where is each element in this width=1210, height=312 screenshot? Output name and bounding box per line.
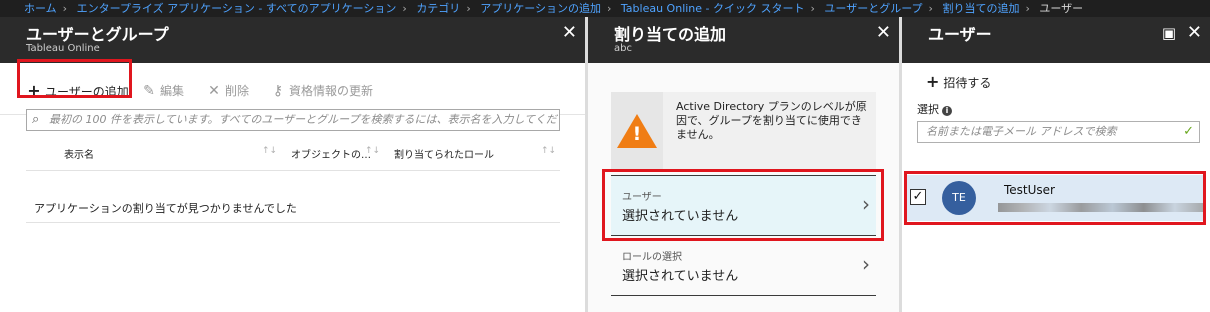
key-icon: ⚷ <box>272 83 284 99</box>
blade-subtitle: abc <box>614 43 632 54</box>
chevron-right-icon: › <box>928 2 933 15</box>
chevron-right-icon: › <box>62 2 68 15</box>
user-search-input[interactable]: 名前または電子メール アドレスで検索 ✓ <box>917 121 1200 143</box>
users-groups-blade: ユーザーとグループ Tableau Online ✕ + ユーザーの追加 ✎ 編集 … <box>0 17 585 312</box>
chevron-right-icon: › <box>810 2 815 15</box>
select-label: 選択 i <box>917 101 952 117</box>
breadcrumb-add-app[interactable]: アプリケーションの追加 <box>480 2 601 15</box>
chevron-right-icon: › <box>862 252 870 276</box>
maximize-icon[interactable]: ▣ <box>1162 23 1176 43</box>
highlight-box <box>904 171 1206 225</box>
divider <box>26 170 560 171</box>
sort-icon[interactable]: ↑↓ <box>262 146 277 156</box>
breadcrumb-add-assignment[interactable]: 割り当ての追加 <box>942 2 1019 15</box>
blade-title: 割り当ての追加 <box>614 25 727 44</box>
sort-icon[interactable]: ↑↓ <box>541 146 556 156</box>
column-header-assigned-role[interactable]: 割り当てられたロール <box>394 146 494 161</box>
user-search-placeholder: 名前または電子メール アドレスで検索 <box>926 125 1117 138</box>
search-placeholder: 最初の 100 件を表示しています。すべてのユーザーとグループを検索するには、表… <box>49 113 560 126</box>
blade-title: ユーザー <box>928 25 992 44</box>
divider <box>611 295 876 296</box>
exclamation-icon: ! <box>632 123 642 145</box>
edit-button[interactable]: ✎ 編集 <box>141 80 184 102</box>
breadcrumb-users-groups[interactable]: ユーザーとグループ <box>824 2 922 15</box>
add-assignment-blade: 割り当ての追加 abc ✕ ! Active Directory プランのレベル… <box>588 17 899 312</box>
breadcrumb-home[interactable]: ホーム <box>24 2 57 15</box>
empty-message: アプリケーションの割り当てが見つかりませんでした <box>34 202 297 215</box>
close-icon[interactable]: ✕ <box>876 23 891 43</box>
pencil-icon: ✎ <box>143 83 155 99</box>
warning-icon-area: ! <box>611 92 663 172</box>
breadcrumb-tableau-quickstart[interactable]: Tableau Online - クイック スタート <box>621 2 805 15</box>
breadcrumb-users: ユーザー <box>1039 2 1084 15</box>
delete-x-icon: ✕ <box>208 83 220 99</box>
delete-button[interactable]: ✕ 削除 <box>206 80 249 102</box>
search-icon: ⌕ <box>32 112 40 127</box>
blade-subtitle: Tableau Online <box>26 43 100 54</box>
breadcrumb: ホーム › エンタープライズ アプリケーション - すべてのアプリケーション › カ… <box>0 0 1210 17</box>
sort-icon[interactable]: ↑↓ <box>365 146 380 156</box>
info-icon[interactable]: i <box>942 106 952 116</box>
role-selector-value: 選択されていません <box>622 269 739 284</box>
blade-header: 割り当ての追加 abc ✕ <box>588 17 899 63</box>
role-selector-label: ロールの選択 <box>622 252 682 263</box>
breadcrumb-category[interactable]: カテゴリ <box>416 2 460 15</box>
role-selector[interactable]: ロールの選択 選択されていません › <box>611 235 876 295</box>
checkmark-icon: ✓ <box>1183 124 1194 139</box>
blade-header: ユーザーとグループ Tableau Online ✕ <box>0 17 585 63</box>
blade-title: ユーザーとグループ <box>26 25 169 44</box>
chevron-right-icon: › <box>402 2 407 15</box>
divider <box>26 222 560 223</box>
highlight-box <box>602 169 884 241</box>
chevron-right-icon: › <box>466 2 471 15</box>
warning-banner: ! Active Directory プランのレベルが原因で、グループを割り当て… <box>611 92 876 172</box>
highlight-box <box>17 59 132 98</box>
blade-header: ユーザー ▣ ✕ <box>902 17 1210 63</box>
breadcrumb-enterprise-apps[interactable]: エンタープライズ アプリケーション - すべてのアプリケーション <box>77 2 397 15</box>
search-input[interactable]: ⌕ 最初の 100 件を表示しています。すべてのユーザーとグループを検索するには、… <box>26 109 560 131</box>
users-blade: ユーザー ▣ ✕ + 招待する 選択 i 名前または電子メール アドレスで検索 ✓ … <box>902 17 1210 312</box>
update-credentials-button[interactable]: ⚷ 資格情報の更新 <box>270 80 373 102</box>
column-header-object-type[interactable]: オブジェクトの… <box>291 146 371 161</box>
plus-icon: + <box>926 72 940 91</box>
close-icon[interactable]: ✕ <box>562 23 577 43</box>
warning-text: Active Directory プランのレベルが原因で、グループを割り当てに使… <box>676 100 867 141</box>
invite-button[interactable]: + 招待する <box>926 72 991 91</box>
select-label-text: 選択 <box>917 103 939 116</box>
chevron-right-icon: › <box>1025 2 1030 15</box>
delete-label: 削除 <box>225 84 250 98</box>
update-credentials-label: 資格情報の更新 <box>289 84 374 98</box>
column-header-display-name[interactable]: 表示名 <box>64 146 94 161</box>
close-icon[interactable]: ✕ <box>1187 23 1202 43</box>
invite-label: 招待する <box>943 76 992 90</box>
edit-label: 編集 <box>160 84 185 98</box>
chevron-right-icon: › <box>607 2 612 15</box>
